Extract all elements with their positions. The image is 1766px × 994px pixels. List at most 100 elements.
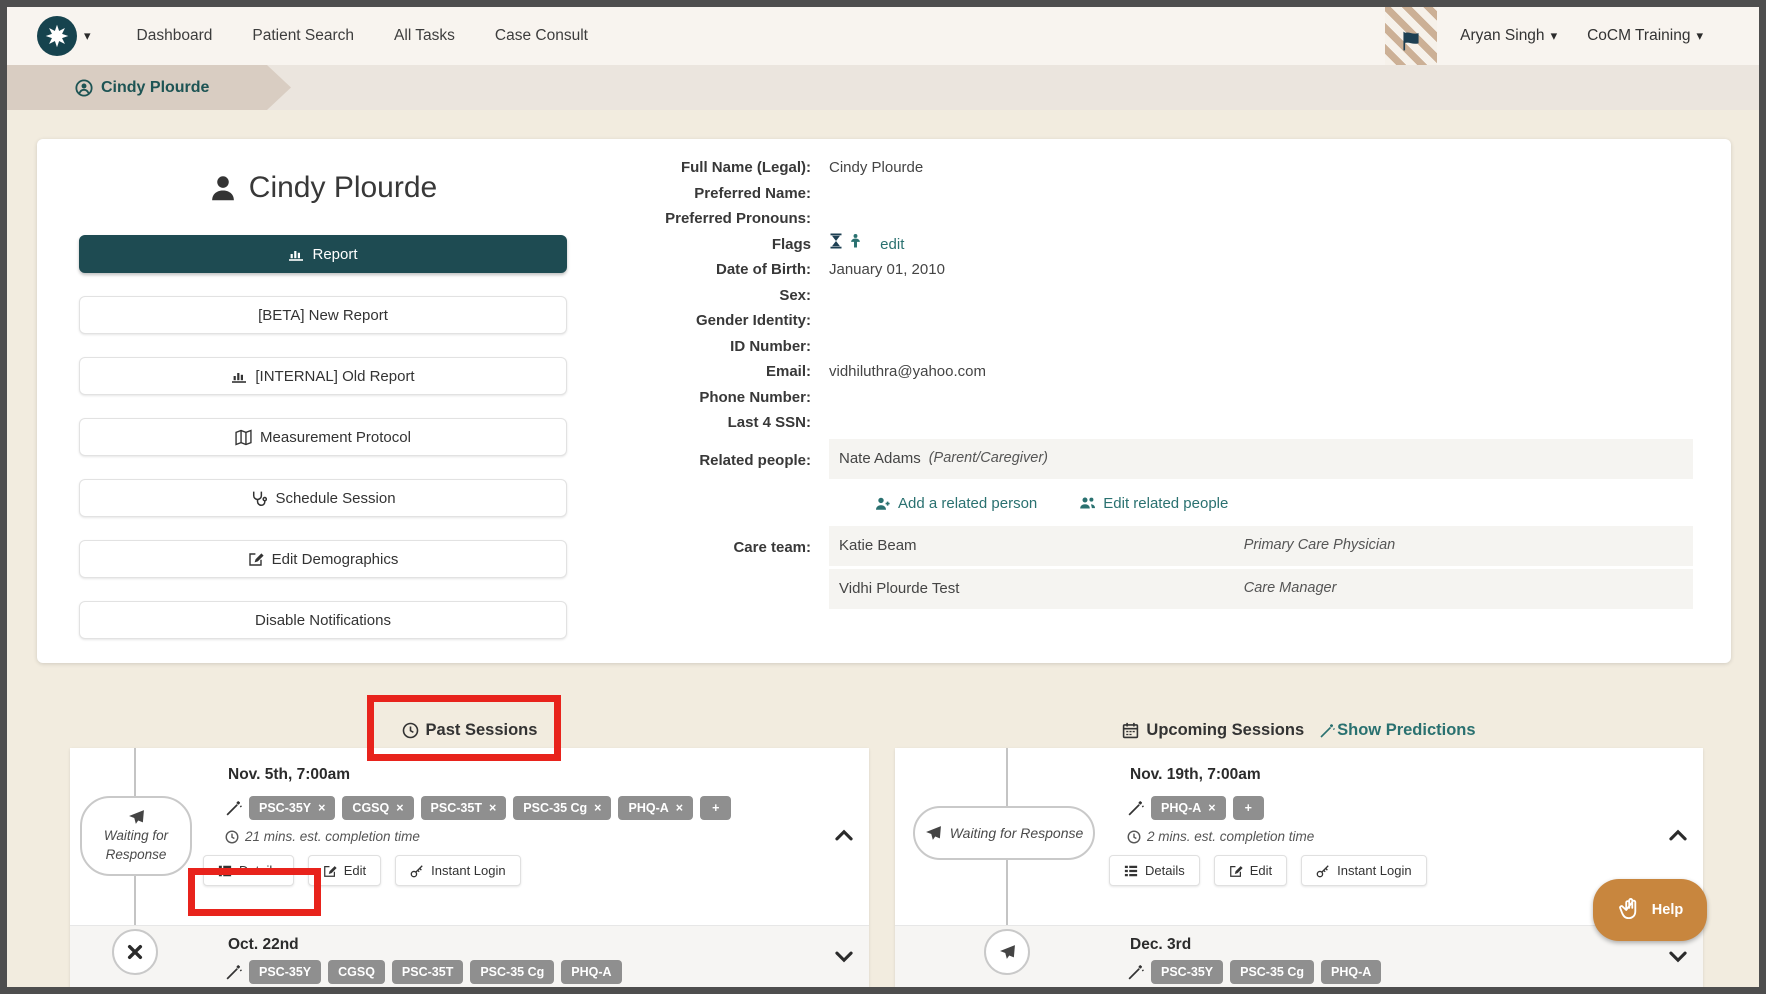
list-icon [218, 864, 232, 878]
report-button[interactable]: Report [79, 235, 567, 273]
chevron-down-icon [1669, 951, 1687, 963]
remove-tag-icon[interactable]: × [594, 801, 601, 815]
measure-tag[interactable]: PSC-35Y× [249, 796, 335, 820]
waving-hand-icon [1617, 897, 1643, 923]
nav-item-dashboard[interactable]: Dashboard [137, 27, 213, 45]
edit-demographics-button[interactable]: Edit Demographics [79, 540, 567, 578]
status-node-waiting: Waiting for Response [913, 806, 1095, 860]
add-related-person-link[interactable]: Add a related person [875, 491, 1037, 517]
edit-icon [248, 551, 264, 567]
map-icon [235, 429, 252, 446]
x-icon [127, 944, 143, 960]
field-value [829, 410, 1693, 436]
field-label: Preferred Name: [593, 181, 811, 207]
measure-tag[interactable]: PSC-35T× [421, 796, 507, 820]
est-completion-time: 2 mins. est. completion time [1147, 829, 1314, 844]
calendar-icon [1122, 722, 1139, 739]
related-person-name: Nate Adams [839, 446, 921, 472]
field-label: ID Number: [593, 334, 811, 360]
field-label: Full Name (Legal): [593, 155, 811, 181]
plus-icon: + [1245, 801, 1252, 815]
disable-notifications-button[interactable]: Disable Notifications [79, 601, 567, 639]
plus-icon: + [712, 801, 719, 815]
breadcrumb-patient-name: Cindy Plourde [101, 79, 209, 97]
past-session-row: Oct. 22nd PSC-35Y CGSQ PSC-35T PSC-35 Cg… [70, 925, 869, 994]
remove-tag-icon[interactable]: × [1208, 801, 1215, 815]
past-sessions-header: Past Sessions [70, 721, 869, 740]
edit-icon [323, 864, 337, 878]
care-team-row: Vidhi Plourde Test Care Manager [829, 569, 1693, 609]
details-button[interactable]: Details [1109, 855, 1200, 886]
expand-session-chevron[interactable] [835, 950, 853, 968]
care-team-member-role: Primary Care Physician [1244, 533, 1396, 559]
measure-tag[interactable]: PHQ-A× [1151, 796, 1226, 820]
org-switcher[interactable]: CoCM Training ▾ [1587, 27, 1703, 45]
field-label: Gender Identity: [593, 308, 811, 334]
remove-tag-icon[interactable]: × [318, 801, 325, 815]
edit-button[interactable]: Edit [308, 855, 381, 886]
breadcrumb[interactable]: Cindy Plourde [7, 65, 291, 110]
care-team-row: Katie Beam Primary Care Physician [829, 526, 1693, 566]
instant-login-button[interactable]: Instant Login [1301, 855, 1426, 886]
wand-icon [1127, 800, 1144, 817]
patient-name: Cindy Plourde [249, 171, 437, 205]
details-button[interactable]: Details [203, 855, 294, 886]
key-icon [410, 864, 424, 878]
expand-session-chevron[interactable] [1669, 950, 1687, 968]
help-button[interactable]: Help [1593, 879, 1707, 941]
chevron-down-icon: ▾ [1696, 28, 1703, 44]
edit-flags-link[interactable]: edit [880, 236, 904, 253]
measurement-protocol-button[interactable]: Measurement Protocol [79, 418, 567, 456]
nav-item-patient-search[interactable]: Patient Search [252, 27, 354, 45]
remove-tag-icon[interactable]: × [396, 801, 403, 815]
field-value [829, 308, 1693, 334]
user-menu[interactable]: Aryan Singh ▾ [1460, 27, 1557, 45]
add-measure-button[interactable]: + [700, 796, 731, 820]
nav-item-case-consult[interactable]: Case Consult [495, 27, 588, 45]
collapse-session-chevron[interactable] [1669, 828, 1687, 846]
measure-tag[interactable]: PHQ-A× [618, 796, 693, 820]
upcoming-sessions-header: Upcoming Sessions Show Predictions [895, 721, 1703, 740]
key-icon [1316, 864, 1330, 878]
measure-tag[interactable]: CGSQ× [342, 796, 413, 820]
related-person-row: Nate Adams (Parent/Caregiver) [829, 439, 1693, 479]
wand-icon [1319, 723, 1335, 739]
hourglass-flag-icon [829, 233, 843, 249]
past-sessions-panel: Waiting for Response Nov. 5th, 7:00am PS… [70, 748, 869, 994]
flag-icon [1400, 30, 1422, 52]
past-session-row: Waiting for Response Nov. 5th, 7:00am PS… [70, 748, 869, 925]
field-value: vidhiluthra@yahoo.com [829, 359, 1693, 385]
est-completion-time: 21 mins. est. completion time [245, 829, 420, 844]
org-logo-menu[interactable]: ▾ [37, 16, 91, 56]
nav-item-all-tasks[interactable]: All Tasks [394, 27, 455, 45]
chevron-up-icon [835, 829, 853, 841]
schedule-session-button[interactable]: Schedule Session [79, 479, 567, 517]
edit-related-people-link[interactable]: Edit related people [1079, 491, 1228, 517]
add-measure-button[interactable]: + [1233, 796, 1264, 820]
measure-tag: PSC-35 Cg [470, 960, 554, 984]
remove-tag-icon[interactable]: × [676, 801, 683, 815]
edit-button[interactable]: Edit [1214, 855, 1287, 886]
user-icon [209, 174, 237, 202]
internal-old-report-button[interactable]: [INTERNAL] Old Report [79, 357, 567, 395]
patient-card: Cindy Plourde Report [BETA] New Report [… [37, 139, 1731, 663]
wand-icon [225, 964, 242, 981]
status-node-cancelled [112, 929, 158, 975]
instant-login-button[interactable]: Instant Login [395, 855, 520, 886]
remove-tag-icon[interactable]: × [489, 801, 496, 815]
clock-icon [402, 722, 419, 739]
related-people-label: Related people: [593, 439, 811, 474]
measure-tag[interactable]: PSC-35 Cg× [513, 796, 611, 820]
child-flag-icon [849, 233, 862, 249]
app-window: ▾ Dashboard Patient Search All Tasks Cas… [0, 0, 1766, 994]
chevron-up-icon [1669, 829, 1687, 841]
collapse-session-chevron[interactable] [835, 828, 853, 846]
measure-tag: PHQ-A [561, 960, 621, 984]
related-person-relation: (Parent/Caregiver) [929, 446, 1048, 472]
care-team-member-name: Katie Beam [839, 533, 917, 559]
care-team-member-name: Vidhi Plourde Test [839, 576, 959, 602]
status-node-waiting: Waiting for Response [80, 796, 192, 876]
field-value [829, 385, 1693, 411]
beta-new-report-button[interactable]: [BETA] New Report [79, 296, 567, 334]
show-predictions-link[interactable]: Show Predictions [1319, 721, 1475, 740]
